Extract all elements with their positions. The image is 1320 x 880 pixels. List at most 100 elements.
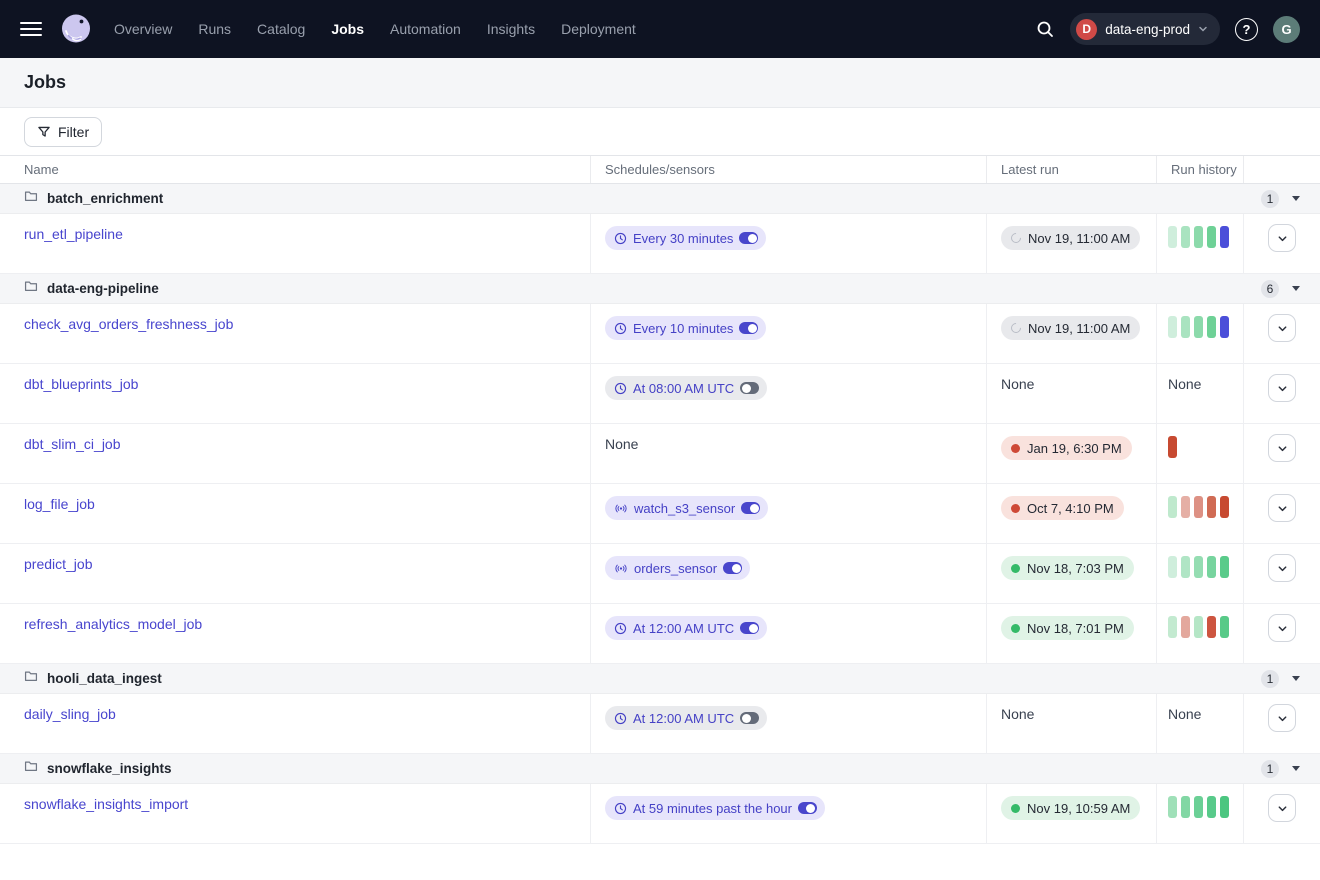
run-history-bar[interactable] — [1207, 226, 1216, 248]
job-link[interactable]: check_avg_orders_freshness_job — [24, 316, 233, 332]
expand-row-button[interactable] — [1268, 434, 1296, 462]
dagster-logo-icon[interactable] — [58, 11, 94, 47]
run-history-bar[interactable] — [1181, 616, 1190, 638]
schedule-toggle[interactable] — [740, 382, 759, 394]
run-history-bar[interactable] — [1220, 316, 1229, 338]
job-name-cell: run_etl_pipeline — [0, 214, 590, 273]
collapse-caret-icon[interactable] — [1292, 286, 1300, 291]
job-link[interactable]: log_file_job — [24, 496, 95, 512]
run-history-bar[interactable] — [1168, 616, 1177, 638]
run-history-bar[interactable] — [1194, 616, 1203, 638]
run-history-bar[interactable] — [1181, 226, 1190, 248]
collapse-caret-icon[interactable] — [1292, 766, 1300, 771]
run-history-bar[interactable] — [1181, 316, 1190, 338]
schedule-toggle[interactable] — [798, 802, 817, 814]
run-history-bar[interactable] — [1220, 796, 1229, 818]
clock-icon — [614, 802, 627, 815]
clock-icon — [614, 232, 627, 245]
collapse-caret-icon[interactable] — [1292, 196, 1300, 201]
run-history-bar[interactable] — [1181, 556, 1190, 578]
run-history-bar[interactable] — [1168, 226, 1177, 248]
expand-row-button[interactable] — [1268, 224, 1296, 252]
latest-run-chip[interactable]: Nov 19, 11:00 AM — [1001, 316, 1140, 340]
latest-run-chip[interactable]: Jan 19, 6:30 PM — [1001, 436, 1132, 460]
run-history-bar[interactable] — [1168, 496, 1177, 518]
schedule-chip[interactable]: Every 30 minutes — [605, 226, 766, 250]
avatar[interactable]: G — [1273, 16, 1300, 43]
menu-icon[interactable] — [20, 22, 42, 36]
run-history-bar[interactable] — [1207, 496, 1216, 518]
latest-run-cell: None — [986, 364, 1156, 423]
nav-item-deployment[interactable]: Deployment — [561, 21, 636, 37]
job-link[interactable]: run_etl_pipeline — [24, 226, 123, 242]
search-icon[interactable] — [1035, 19, 1055, 39]
filter-button[interactable]: Filter — [24, 117, 102, 147]
latest-run-chip[interactable]: Nov 19, 11:00 AM — [1001, 226, 1140, 250]
run-history-bar[interactable] — [1220, 616, 1229, 638]
latest-run-chip[interactable]: Nov 19, 10:59 AM — [1001, 796, 1140, 820]
expand-row-button[interactable] — [1268, 794, 1296, 822]
schedule-toggle[interactable] — [740, 622, 759, 634]
run-history-bar[interactable] — [1220, 226, 1229, 248]
expand-row-button[interactable] — [1268, 374, 1296, 402]
job-link[interactable]: dbt_blueprints_job — [24, 376, 138, 392]
nav-item-runs[interactable]: Runs — [198, 21, 231, 37]
job-link[interactable]: snowflake_insights_import — [24, 796, 188, 812]
schedule-toggle[interactable] — [723, 562, 742, 574]
schedule-chip[interactable]: At 08:00 AM UTC — [605, 376, 767, 400]
job-link[interactable]: predict_job — [24, 556, 93, 572]
expand-row-button[interactable] — [1268, 704, 1296, 732]
latest-run-chip[interactable]: Oct 7, 4:10 PM — [1001, 496, 1124, 520]
nav-item-catalog[interactable]: Catalog — [257, 21, 305, 37]
nav-item-automation[interactable]: Automation — [390, 21, 461, 37]
schedule-toggle[interactable] — [739, 322, 758, 334]
help-icon[interactable]: ? — [1235, 18, 1258, 41]
latest-run-chip[interactable]: Nov 18, 7:01 PM — [1001, 616, 1134, 640]
run-history-bar[interactable] — [1207, 616, 1216, 638]
expand-row-button[interactable] — [1268, 614, 1296, 642]
schedule-chip[interactable]: At 12:00 AM UTC — [605, 706, 767, 730]
run-history-bar[interactable] — [1194, 556, 1203, 578]
run-history-bar[interactable] — [1168, 436, 1177, 458]
job-link[interactable]: refresh_analytics_model_job — [24, 616, 202, 632]
schedule-chip[interactable]: At 12:00 AM UTC — [605, 616, 767, 640]
run-history-bar[interactable] — [1207, 796, 1216, 818]
run-history-bar[interactable] — [1194, 316, 1203, 338]
latest-run-chip[interactable]: Nov 18, 7:03 PM — [1001, 556, 1134, 580]
schedule-toggle[interactable] — [741, 502, 760, 514]
nav-item-overview[interactable]: Overview — [114, 21, 172, 37]
nav-item-insights[interactable]: Insights — [487, 21, 535, 37]
run-history-bar[interactable] — [1168, 556, 1177, 578]
sensor-chip[interactable]: orders_sensor — [605, 556, 750, 580]
job-group-row[interactable]: data-eng-pipeline6 — [0, 274, 1320, 304]
run-history-bar[interactable] — [1220, 556, 1229, 578]
run-history-bar[interactable] — [1194, 226, 1203, 248]
run-history-bar[interactable] — [1168, 316, 1177, 338]
nav-item-jobs[interactable]: Jobs — [331, 21, 364, 37]
job-link[interactable]: daily_sling_job — [24, 706, 116, 722]
run-history-bar[interactable] — [1194, 496, 1203, 518]
run-history-bar[interactable] — [1194, 796, 1203, 818]
run-history-bar[interactable] — [1207, 316, 1216, 338]
run-history-bar[interactable] — [1181, 796, 1190, 818]
run-history-bar[interactable] — [1207, 556, 1216, 578]
job-group-row[interactable]: hooli_data_ingest1 — [0, 664, 1320, 694]
job-group-row[interactable]: batch_enrichment1 — [0, 184, 1320, 214]
sensor-chip[interactable]: watch_s3_sensor — [605, 496, 768, 520]
actions-cell — [1243, 544, 1320, 603]
schedule-toggle[interactable] — [739, 232, 758, 244]
expand-row-button[interactable] — [1268, 494, 1296, 522]
deployment-switcher[interactable]: D data-eng-prod — [1070, 13, 1220, 45]
collapse-caret-icon[interactable] — [1292, 676, 1300, 681]
run-history-bar[interactable] — [1220, 496, 1229, 518]
schedule-toggle[interactable] — [740, 712, 759, 724]
job-link[interactable]: dbt_slim_ci_job — [24, 436, 121, 452]
schedule-chip[interactable]: At 59 minutes past the hour — [605, 796, 825, 820]
run-history-bar[interactable] — [1181, 496, 1190, 518]
job-row: log_file_job watch_s3_sensor Oct 7, 4:10 P… — [0, 484, 1320, 544]
expand-row-button[interactable] — [1268, 554, 1296, 582]
expand-row-button[interactable] — [1268, 314, 1296, 342]
job-group-row[interactable]: snowflake_insights1 — [0, 754, 1320, 784]
run-history-bar[interactable] — [1168, 796, 1177, 818]
schedule-chip[interactable]: Every 10 minutes — [605, 316, 766, 340]
